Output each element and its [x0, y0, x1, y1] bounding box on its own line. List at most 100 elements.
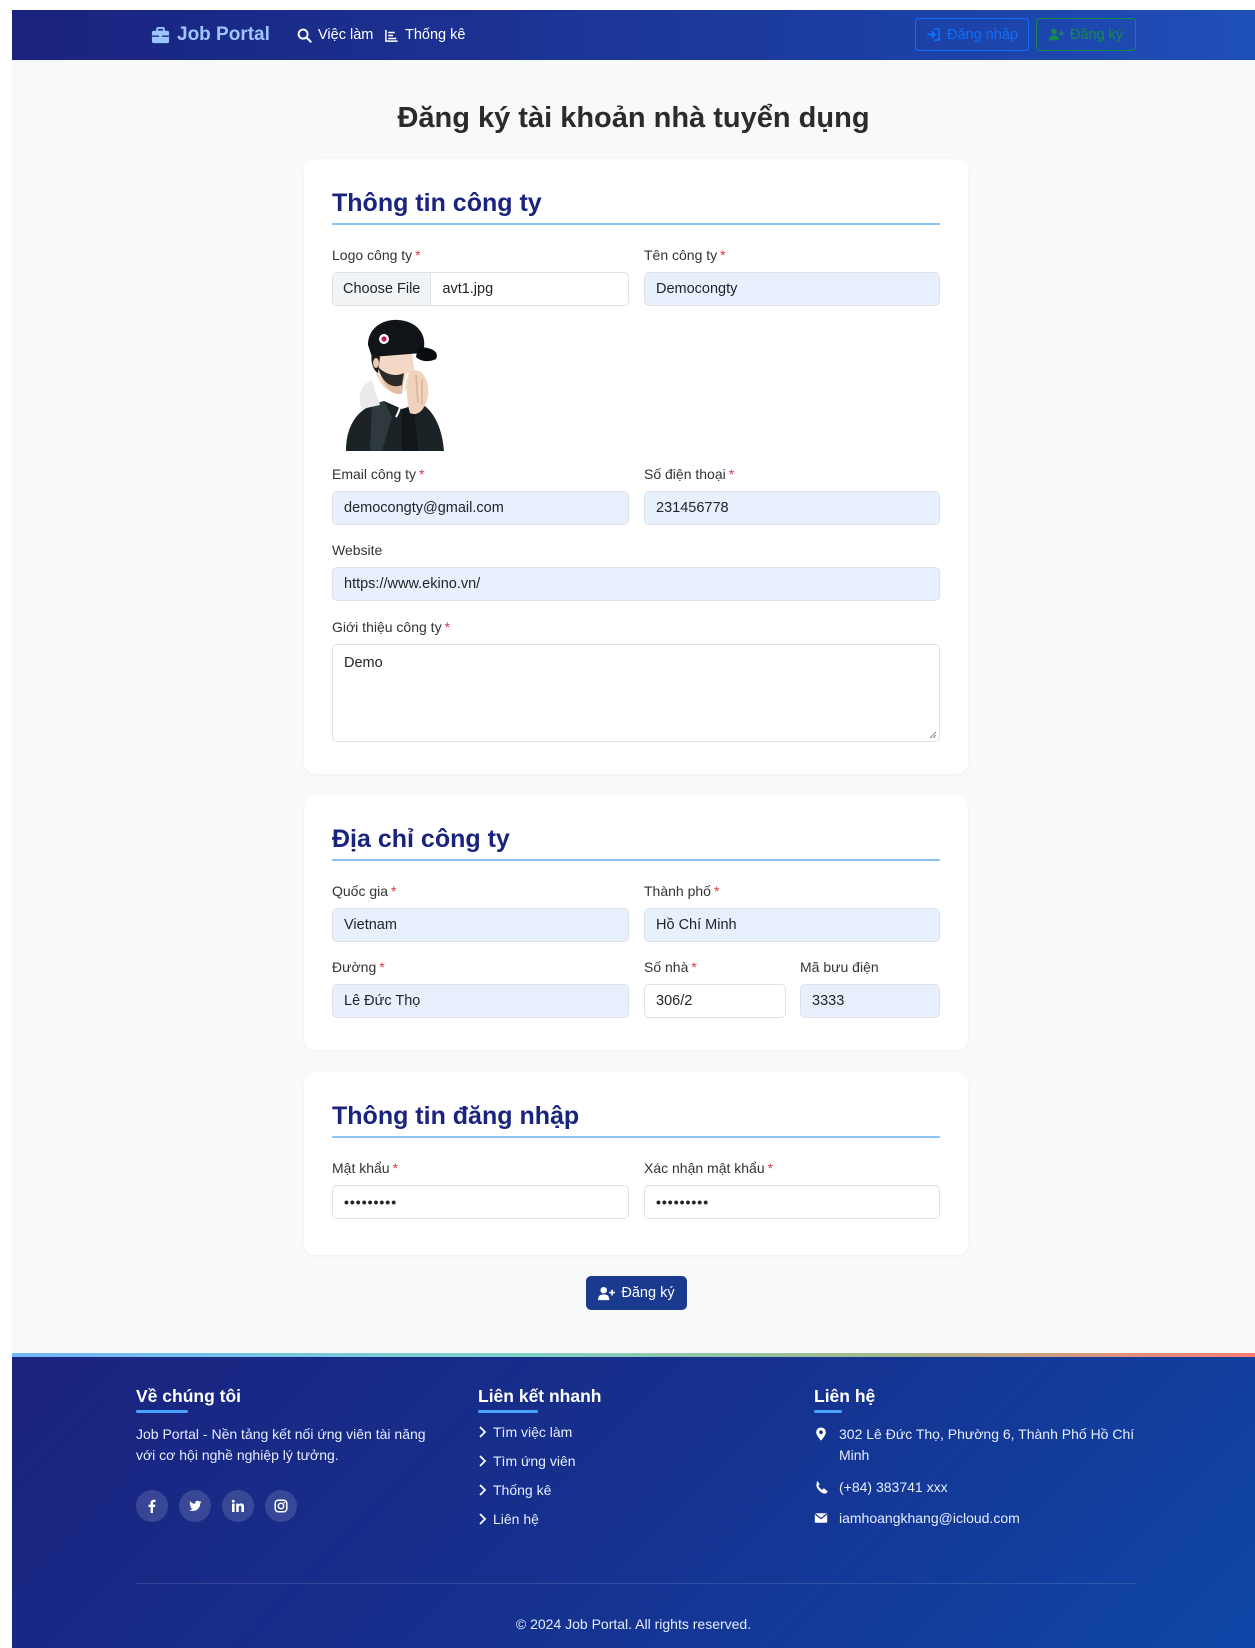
- label-text: Giới thiệu công ty: [332, 619, 442, 635]
- navbar: Job Portal Việc làm Thống kê Đăng nhập Đ…: [12, 10, 1255, 60]
- chevron-right-icon: [479, 1484, 487, 1496]
- chart-icon: [385, 29, 398, 42]
- facebook-icon: [148, 1499, 156, 1513]
- footer-link-label: Thống kê: [493, 1482, 552, 1498]
- chevron-right-icon: [479, 1455, 487, 1467]
- required-mark: *: [392, 1160, 399, 1176]
- sign-in-icon: [927, 28, 940, 41]
- login-button[interactable]: Đăng nhập: [915, 18, 1029, 51]
- submit-register-button[interactable]: Đăng ký: [586, 1276, 687, 1310]
- footer-divider: [136, 1583, 1136, 1584]
- required-mark: *: [691, 959, 697, 975]
- footer-link-label: Tìm ứng viên: [493, 1453, 576, 1469]
- linkedin-link[interactable]: [222, 1490, 254, 1522]
- register-label: Đăng ký: [1069, 26, 1124, 43]
- label-text: Quốc gia: [332, 883, 389, 899]
- city-input[interactable]: Hồ Chí Minh: [644, 908, 940, 942]
- section-title: Thông tin đăng nhập: [332, 1102, 580, 1130]
- footer-stripe: [12, 1353, 1255, 1357]
- label-text: Thành phố: [644, 883, 711, 899]
- footer-contact-title: Liên hệ: [814, 1386, 876, 1406]
- instagram-link[interactable]: [265, 1490, 297, 1522]
- website-input[interactable]: https://www.ekino.vn/: [332, 567, 940, 601]
- nav-link-jobs[interactable]: Việc làm: [297, 25, 373, 45]
- required-mark: *: [379, 959, 385, 975]
- instagram-icon: [274, 1499, 288, 1513]
- page-frame: Job Portal Việc làm Thống kê Đăng nhập Đ…: [12, 10, 1255, 1648]
- website-label: Website: [332, 542, 383, 558]
- nav-link-label: Việc làm: [318, 27, 374, 43]
- nav-link-stats[interactable]: Thống kê: [384, 25, 465, 45]
- login-label: Đăng nhập: [947, 26, 1018, 43]
- logo-label: Logo công ty *: [332, 247, 421, 263]
- footer-email[interactable]: iamhoangkhang@icloud.com: [839, 1508, 1020, 1529]
- label-text: Đường: [332, 959, 377, 975]
- intro-text: Demo: [344, 655, 383, 671]
- label-text: Số điện thoại: [644, 466, 726, 482]
- postal-code-label: Mã bưu điện: [800, 959, 879, 975]
- choose-file-button[interactable]: Choose File: [333, 273, 432, 305]
- map-marker-icon: [816, 1427, 826, 1441]
- required-mark: *: [444, 619, 451, 635]
- footer-link-find-jobs[interactable]: Tìm việc làm: [478, 1424, 572, 1440]
- brand-logo[interactable]: Job Portal: [151, 22, 270, 48]
- phone-input[interactable]: 231456778: [644, 491, 940, 525]
- footer-about-title: Về chúng tôi: [136, 1386, 241, 1406]
- footer-title-underline: [478, 1410, 538, 1413]
- footer-title-underline: [814, 1410, 842, 1413]
- section-title: Địa chỉ công ty: [332, 825, 510, 853]
- label-text: Tên công ty: [644, 247, 718, 263]
- section-title: Thông tin công ty: [332, 189, 542, 217]
- footer-links-title: Liên kết nhanh: [478, 1386, 602, 1406]
- intro-label: Giới thiệu công ty *: [332, 619, 450, 635]
- company-name-input[interactable]: Democongty: [644, 272, 940, 306]
- twitter-link[interactable]: [179, 1490, 211, 1522]
- country-input[interactable]: Vietnam: [332, 908, 629, 942]
- footer: Về chúng tôi Job Portal - Nền tảng kết n…: [12, 1353, 1255, 1648]
- footer-address-line-1: 302 Lê Đức Thọ, Phường 6, Thành Phố Hồ C…: [839, 1426, 1135, 1442]
- company-info-card: Thông tin công ty Logo công ty * Choose F…: [304, 159, 968, 774]
- footer-link-contact[interactable]: Liên hệ: [478, 1511, 539, 1527]
- section-divider: [332, 1136, 940, 1138]
- envelope-icon: [814, 1513, 828, 1523]
- intro-textarea[interactable]: Demo: [332, 644, 940, 742]
- label-text: Email công ty: [332, 466, 417, 482]
- footer-link-stats[interactable]: Thống kê: [478, 1482, 551, 1498]
- company-name-label: Tên công ty *: [644, 247, 726, 263]
- footer-about-text-1: Job Portal - Nền tảng kết nối ứng viên t…: [136, 1426, 426, 1442]
- street-input[interactable]: Lê Đức Thọ: [332, 984, 629, 1018]
- facebook-link[interactable]: [136, 1490, 168, 1522]
- required-mark: *: [713, 883, 720, 899]
- footer-link-label: Liên hệ: [493, 1511, 539, 1527]
- required-mark: *: [419, 466, 425, 482]
- logo-file-input[interactable]: Choose File avt1.jpg: [332, 272, 629, 306]
- country-label: Quốc gia *: [332, 883, 397, 899]
- section-divider: [332, 859, 940, 861]
- street-label: Đường *: [332, 959, 385, 975]
- section-divider: [332, 223, 940, 225]
- footer-link-find-candidates[interactable]: Tìm ứng viên: [478, 1453, 576, 1469]
- confirm-password-input[interactable]: •••••••••: [644, 1185, 940, 1219]
- label-text: Xác nhận mật khẩu: [644, 1160, 765, 1176]
- copyright-text: © 2024 Job Portal. All rights reserved.: [515, 1616, 752, 1632]
- postal-code-input[interactable]: 3333: [800, 984, 940, 1018]
- login-info-card: Thông tin đăng nhập Mật khẩu * ••••••••• …: [304, 1072, 968, 1255]
- house-number-input[interactable]: 306/2: [644, 984, 786, 1018]
- brand-name: Job Portal: [177, 24, 270, 45]
- email-label: Email công ty *: [332, 466, 425, 482]
- page-title: Đăng ký tài khoản nhà tuyển dụng: [397, 102, 870, 134]
- required-mark: *: [728, 466, 735, 482]
- email-input[interactable]: democongty@gmail.com: [332, 491, 629, 525]
- required-mark: *: [767, 1160, 774, 1176]
- phone-label: Số điện thoại *: [644, 466, 734, 482]
- register-nav-button[interactable]: Đăng ký: [1036, 18, 1136, 51]
- submit-label: Đăng ký: [621, 1285, 675, 1301]
- chevron-right-icon: [479, 1513, 487, 1525]
- resize-grip-icon[interactable]: [929, 731, 937, 739]
- label-text: Mật khẩu: [332, 1160, 390, 1176]
- company-address-card: Địa chỉ công ty Quốc gia * Vietnam Thành …: [304, 795, 968, 1050]
- nav-link-label: Thống kê: [405, 27, 466, 43]
- footer-address-line-2: Minh: [839, 1447, 870, 1463]
- password-input[interactable]: •••••••••: [332, 1185, 629, 1219]
- label-text: Số nhà: [644, 959, 689, 975]
